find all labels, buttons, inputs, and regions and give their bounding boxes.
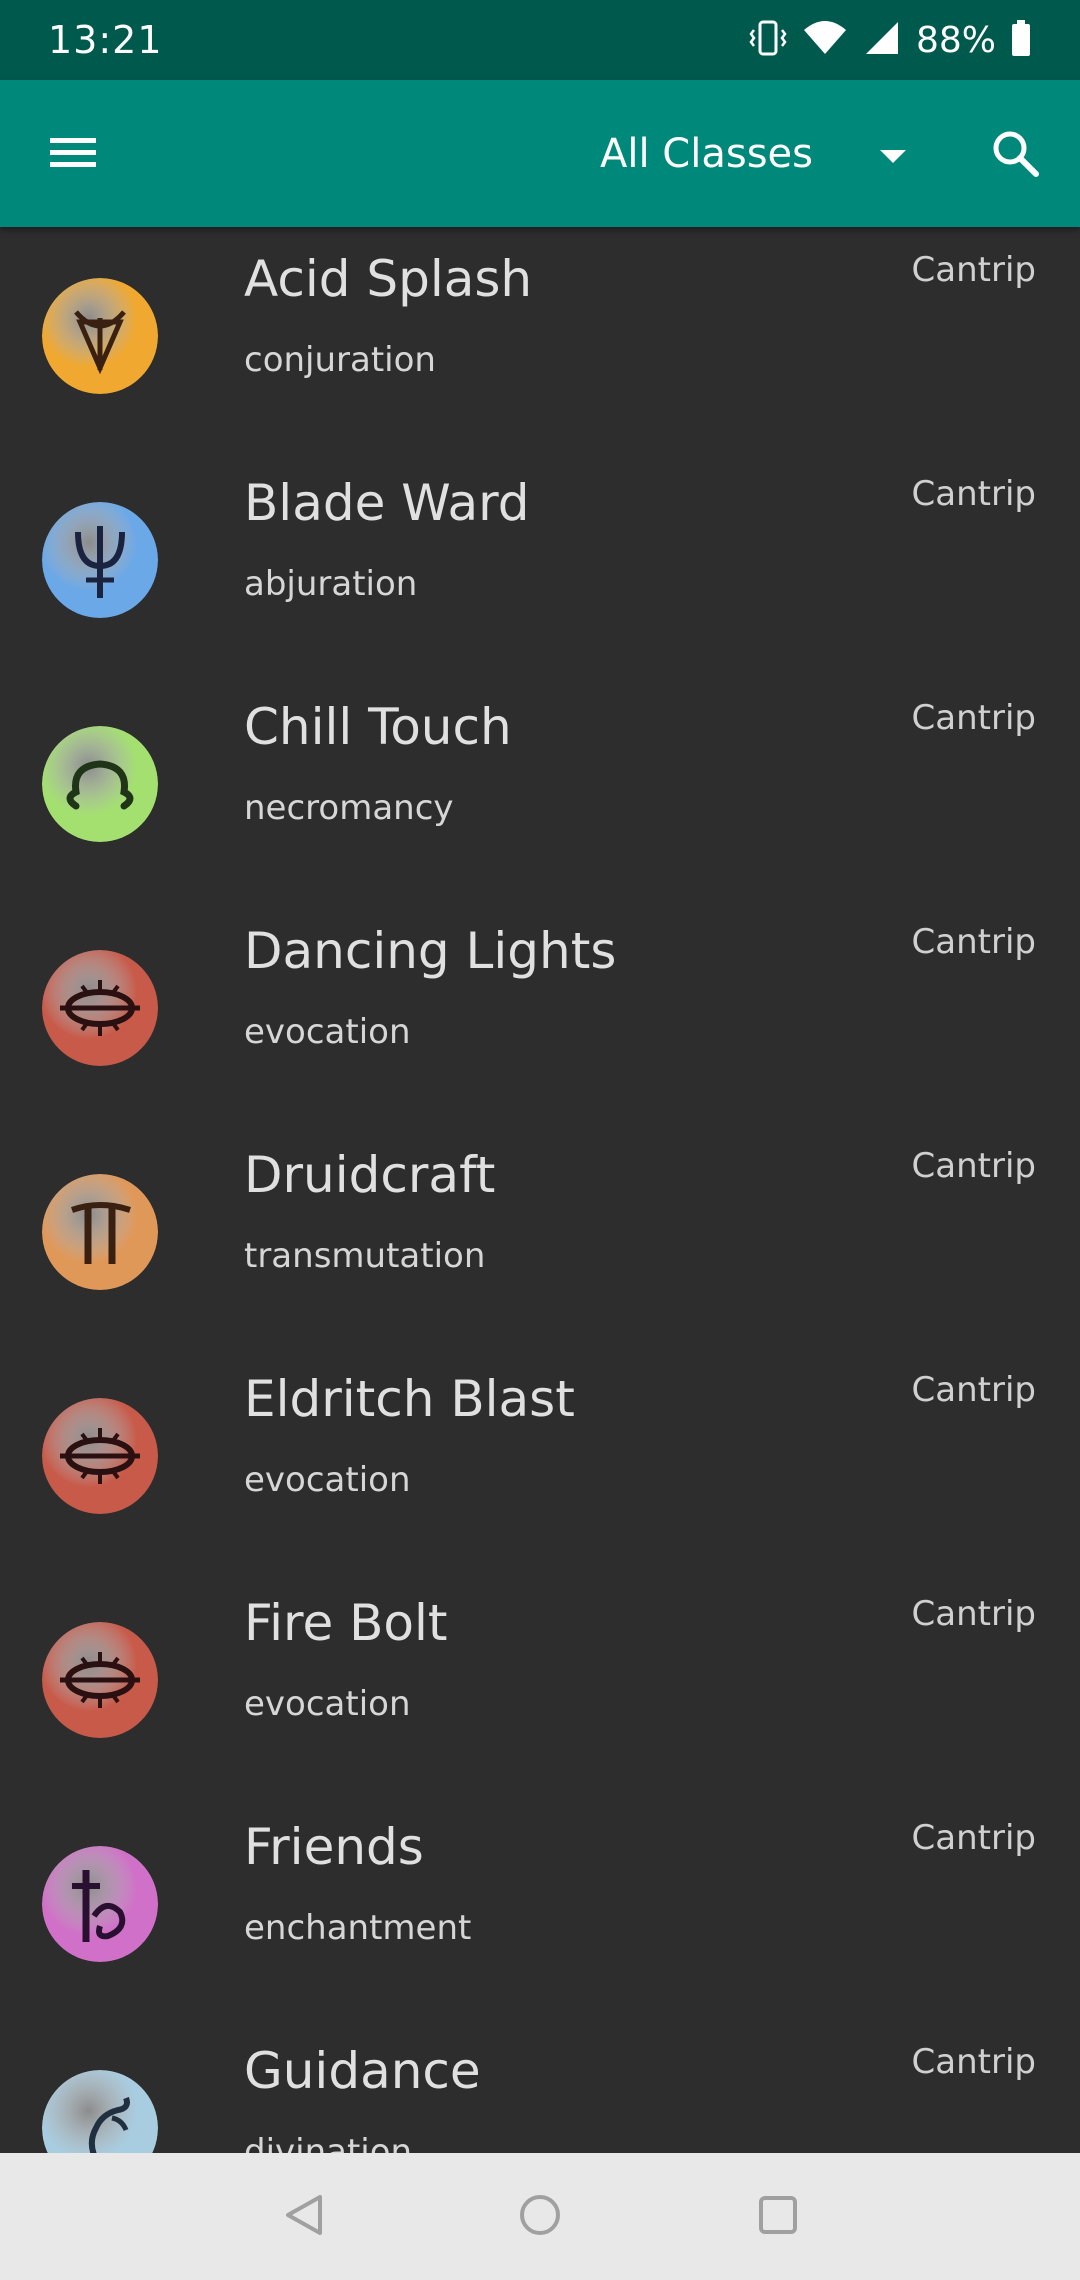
navigation-bar	[0, 2153, 1080, 2280]
wifi-icon	[802, 18, 848, 62]
spell-level: Cantrip	[911, 698, 1036, 738]
spell-row[interactable]: Guidance divination Cantrip	[0, 2016, 1080, 2153]
spell-level: Cantrip	[911, 1594, 1036, 1634]
spell-name: Fire Bolt	[244, 1594, 448, 1652]
recents-square-icon	[754, 2191, 802, 2243]
evocation-icon	[42, 1398, 158, 1514]
menu-button[interactable]	[30, 115, 116, 193]
spell-school: divination	[244, 2132, 413, 2153]
dropdown-arrow-icon	[878, 148, 908, 168]
spell-name: Eldritch Blast	[244, 1370, 575, 1428]
spell-list[interactable]: Acid Splash conjuration Cantrip Blade Ward a…	[0, 227, 1080, 2153]
evocation-icon	[42, 950, 158, 1066]
necromancy-icon	[42, 726, 158, 842]
spell-level: Cantrip	[911, 250, 1036, 290]
spell-school: abjuration	[244, 564, 418, 604]
spell-name: Guidance	[244, 2042, 481, 2100]
vibrate-icon	[748, 18, 788, 62]
enchantment-icon	[42, 1846, 158, 1962]
spell-row[interactable]: Fire Bolt evocation Cantrip	[0, 1568, 1080, 1792]
spell-level: Cantrip	[911, 1370, 1036, 1410]
spell-row[interactable]: Acid Splash conjuration Cantrip	[0, 227, 1080, 448]
spell-row[interactable]: Chill Touch necromancy Cantrip	[0, 672, 1080, 896]
spell-row[interactable]: Friends enchantment Cantrip	[0, 1792, 1080, 2016]
spell-school: evocation	[244, 1460, 411, 1500]
spell-name: Druidcraft	[244, 1146, 496, 1204]
signal-icon	[862, 18, 902, 62]
spell-row[interactable]: Dancing Lights evocation Cantrip	[0, 896, 1080, 1120]
spell-name: Chill Touch	[244, 698, 512, 756]
spell-school: transmutation	[244, 1236, 486, 1276]
spell-row[interactable]: Blade Ward abjuration Cantrip	[0, 448, 1080, 672]
spell-school: evocation	[244, 1684, 411, 1724]
status-icons: 88%	[748, 18, 1032, 62]
class-filter-dropdown[interactable]: All Classes	[600, 110, 920, 198]
spell-school: enchantment	[244, 1908, 472, 1948]
divination-icon	[42, 2070, 158, 2153]
hamburger-menu-icon	[48, 132, 98, 176]
back-button[interactable]	[264, 2181, 344, 2253]
spell-level: Cantrip	[911, 922, 1036, 962]
spell-level: Cantrip	[911, 1146, 1036, 1186]
spell-name: Dancing Lights	[244, 922, 617, 980]
spell-school: necromancy	[244, 788, 454, 828]
abjuration-icon	[42, 502, 158, 618]
battery-percent: 88%	[915, 19, 996, 61]
spell-level: Cantrip	[911, 1818, 1036, 1858]
app-root: 13:21 88% All Classes Acid Splash conjur…	[0, 0, 1080, 2280]
status-bar: 13:21 88%	[0, 0, 1080, 80]
spell-row[interactable]: Eldritch Blast evocation Cantrip	[0, 1344, 1080, 1568]
class-filter-label: All Classes	[600, 131, 813, 177]
conjuration-icon	[42, 278, 158, 394]
spell-level: Cantrip	[911, 474, 1036, 514]
back-triangle-icon	[282, 2191, 326, 2243]
search-icon	[990, 128, 1040, 182]
spell-row[interactable]: Druidcraft transmutation Cantrip	[0, 1120, 1080, 1344]
spell-name: Blade Ward	[244, 474, 530, 532]
evocation-icon	[42, 1622, 158, 1738]
recents-button[interactable]	[738, 2181, 818, 2253]
spell-level: Cantrip	[911, 2042, 1036, 2082]
status-time: 13:21	[48, 18, 163, 62]
app-bar: All Classes	[0, 80, 1080, 227]
search-button[interactable]	[970, 115, 1060, 195]
spell-school: evocation	[244, 1012, 411, 1052]
spell-name: Friends	[244, 1818, 424, 1876]
spell-school: conjuration	[244, 340, 436, 380]
home-button[interactable]	[500, 2181, 580, 2253]
home-circle-icon	[516, 2191, 564, 2243]
transmutation-icon	[42, 1174, 158, 1290]
battery-icon	[1010, 18, 1032, 62]
spell-name: Acid Splash	[244, 250, 533, 308]
